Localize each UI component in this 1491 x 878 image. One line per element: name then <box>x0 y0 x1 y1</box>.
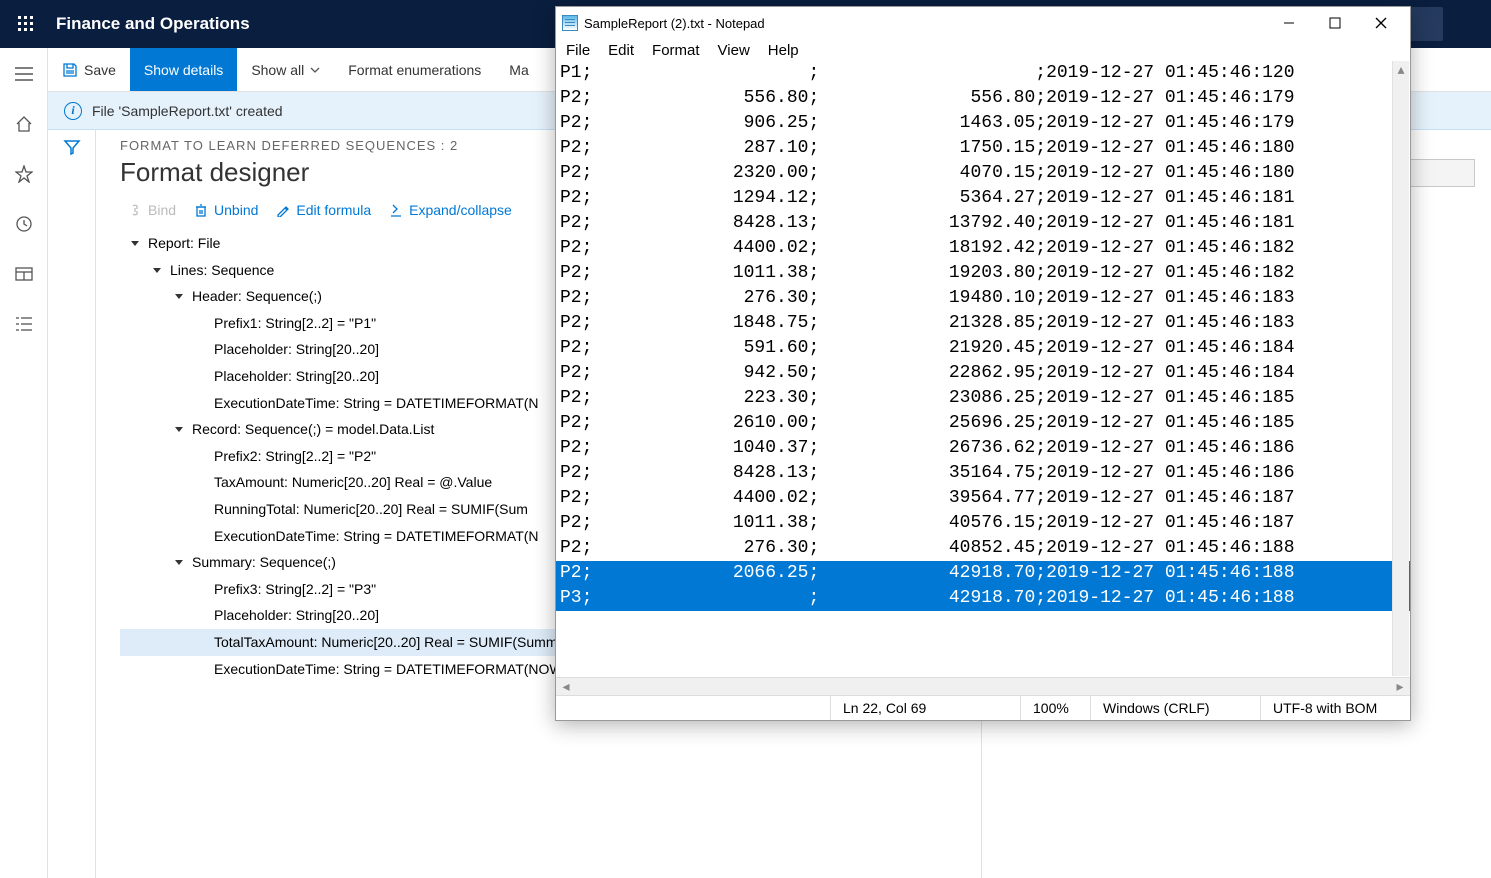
text-line[interactable]: P2; 276.30; 19480.10;2019-12-27 01:45:46… <box>556 286 1410 311</box>
text-line[interactable]: P2; 556.80; 556.80;2019-12-27 01:45:46:1… <box>556 86 1410 111</box>
text-line[interactable]: P2; 287.10; 1750.15;2019-12-27 01:45:46:… <box>556 136 1410 161</box>
mapping-button[interactable]: Ma <box>495 48 542 91</box>
tree-node-label: Prefix2: String[2..2] = "P2" <box>214 443 376 470</box>
infobar-message: File 'SampleReport.txt' created <box>92 103 283 119</box>
notepad-title: SampleReport (2).txt - Notepad <box>584 16 1266 31</box>
edit-formula-button[interactable]: Edit formula <box>276 202 371 218</box>
minimize-button[interactable] <box>1266 8 1312 38</box>
caret-icon[interactable] <box>172 422 186 436</box>
waffle-icon[interactable] <box>8 6 44 42</box>
notepad-icon <box>562 15 578 31</box>
text-line[interactable]: P2; 2320.00; 4070.15;2019-12-27 01:45:46… <box>556 161 1410 186</box>
funnel-icon[interactable] <box>63 138 81 156</box>
scroll-left-icon[interactable]: ◂ <box>558 680 574 694</box>
text-line[interactable]: P2; 942.50; 22862.95;2019-12-27 01:45:46… <box>556 361 1410 386</box>
tree-node-label: Lines: Sequence <box>170 257 274 284</box>
save-button[interactable]: Save <box>48 48 130 91</box>
info-icon: i <box>64 102 82 120</box>
home-icon[interactable] <box>8 108 40 140</box>
tree-node-label: Placeholder: String[20..20] <box>214 336 379 363</box>
text-line[interactable]: P2; 276.30; 40852.45;2019-12-27 01:45:46… <box>556 536 1410 561</box>
recent-icon[interactable] <box>8 208 40 240</box>
tree-node-label: Placeholder: String[20..20] <box>214 602 379 629</box>
text-line[interactable]: P2; 1011.38; 19203.80;2019-12-27 01:45:4… <box>556 261 1410 286</box>
text-line[interactable]: P2; 8428.13; 13792.40;2019-12-27 01:45:4… <box>556 211 1410 236</box>
notepad-titlebar[interactable]: SampleReport (2).txt - Notepad <box>556 7 1410 39</box>
workspace-icon[interactable] <box>8 258 40 290</box>
status-position: Ln 22, Col 69 <box>830 696 1020 720</box>
expand-collapse-button[interactable]: Expand/collapse <box>389 202 512 218</box>
notepad-statusbar: Ln 22, Col 69 100% Windows (CRLF) UTF-8 … <box>556 695 1410 720</box>
close-button[interactable] <box>1358 8 1404 38</box>
status-zoom: 100% <box>1020 696 1090 720</box>
hamburger-icon[interactable] <box>8 58 40 90</box>
menu-view[interactable]: View <box>718 42 750 59</box>
star-icon[interactable] <box>8 158 40 190</box>
menu-file[interactable]: File <box>566 42 590 59</box>
menu-format[interactable]: Format <box>652 42 700 59</box>
tree-node-label: Report: File <box>148 230 220 257</box>
text-line[interactable]: P2; 8428.13; 35164.75;2019-12-27 01:45:4… <box>556 461 1410 486</box>
menu-help[interactable]: Help <box>768 42 799 59</box>
notepad-vscrollbar[interactable]: ▴ <box>1392 61 1409 676</box>
text-line[interactable]: P2; 2610.00; 25696.25;2019-12-27 01:45:4… <box>556 411 1410 436</box>
caret-icon[interactable] <box>172 289 186 303</box>
tree-node-label: ExecutionDateTime: String = DATETIMEFORM… <box>214 390 539 417</box>
text-line[interactable]: P2; 1848.75; 21328.85;2019-12-27 01:45:4… <box>556 311 1410 336</box>
maximize-button[interactable] <box>1312 8 1358 38</box>
notepad-window[interactable]: SampleReport (2).txt - Notepad FileEditF… <box>555 6 1411 721</box>
leftrail <box>0 48 48 878</box>
caret-icon[interactable] <box>172 555 186 569</box>
text-line[interactable]: P2; 2066.25; 42918.70;2019-12-27 01:45:4… <box>556 561 1410 586</box>
text-line[interactable]: P2; 4400.02; 39564.77;2019-12-27 01:45:4… <box>556 486 1410 511</box>
tree-node-label: Placeholder: String[20..20] <box>214 363 379 390</box>
filter-column <box>48 130 96 878</box>
tree-node-label: RunningTotal: Numeric[20..20] Real = SUM… <box>214 496 528 523</box>
text-line[interactable]: P2; 4400.02; 18192.42;2019-12-27 01:45:4… <box>556 236 1410 261</box>
tree-node-label: Prefix3: String[2..2] = "P3" <box>214 576 376 603</box>
show-all-button[interactable]: Show all <box>237 48 334 91</box>
caret-icon[interactable] <box>150 263 164 277</box>
text-line[interactable]: P1; ; ;2019-12-27 01:45:46:120 <box>556 61 1410 86</box>
tree-node-label: Prefix1: String[2..2] = "P1" <box>214 310 376 337</box>
text-line[interactable]: P2; 1011.38; 40576.15;2019-12-27 01:45:4… <box>556 511 1410 536</box>
text-line[interactable]: P2; 1040.37; 26736.62;2019-12-27 01:45:4… <box>556 436 1410 461</box>
tree-node-label: ExecutionDateTime: String = DATETIMEFORM… <box>214 523 539 550</box>
text-line[interactable]: P2; 1294.12; 5364.27;2019-12-27 01:45:46… <box>556 186 1410 211</box>
notepad-textarea[interactable]: P1; ; ;2019-12-27 01:45:46:120P2; 556.80… <box>556 61 1410 677</box>
status-encoding: UTF-8 with BOM <box>1260 696 1410 720</box>
modules-icon[interactable] <box>8 308 40 340</box>
tree-node-label: Record: Sequence(;) = model.Data.List <box>192 416 434 443</box>
app-title: Finance and Operations <box>56 14 250 34</box>
tree-node-label: TaxAmount: Numeric[20..20] Real = @.Valu… <box>214 469 492 496</box>
tree-node-label: Summary: Sequence(;) <box>192 549 336 576</box>
bind-button[interactable]: Bind <box>128 202 176 218</box>
scroll-right-icon[interactable]: ▸ <box>1392 680 1408 694</box>
tree-node-label: Header: Sequence(;) <box>192 283 322 310</box>
menu-edit[interactable]: Edit <box>608 42 634 59</box>
text-line[interactable]: P3; ; 42918.70;2019-12-27 01:45:46:188 <box>556 586 1410 611</box>
notepad-menubar[interactable]: File Edit Format View Help <box>556 39 1410 61</box>
text-line[interactable]: P2; 906.25; 1463.05;2019-12-27 01:45:46:… <box>556 111 1410 136</box>
scroll-up-icon[interactable]: ▴ <box>1393 61 1409 77</box>
text-line[interactable]: P2; 223.30; 23086.25;2019-12-27 01:45:46… <box>556 386 1410 411</box>
show-details-button[interactable]: Show details <box>130 48 237 91</box>
format-enum-button[interactable]: Format enumerations <box>334 48 495 91</box>
unbind-button[interactable]: Unbind <box>194 202 258 218</box>
notepad-hscrollbar[interactable]: ◂ ▸ <box>556 677 1410 695</box>
text-line[interactable]: P2; 591.60; 21920.45;2019-12-27 01:45:46… <box>556 336 1410 361</box>
status-eol: Windows (CRLF) <box>1090 696 1260 720</box>
caret-icon[interactable] <box>128 236 142 250</box>
